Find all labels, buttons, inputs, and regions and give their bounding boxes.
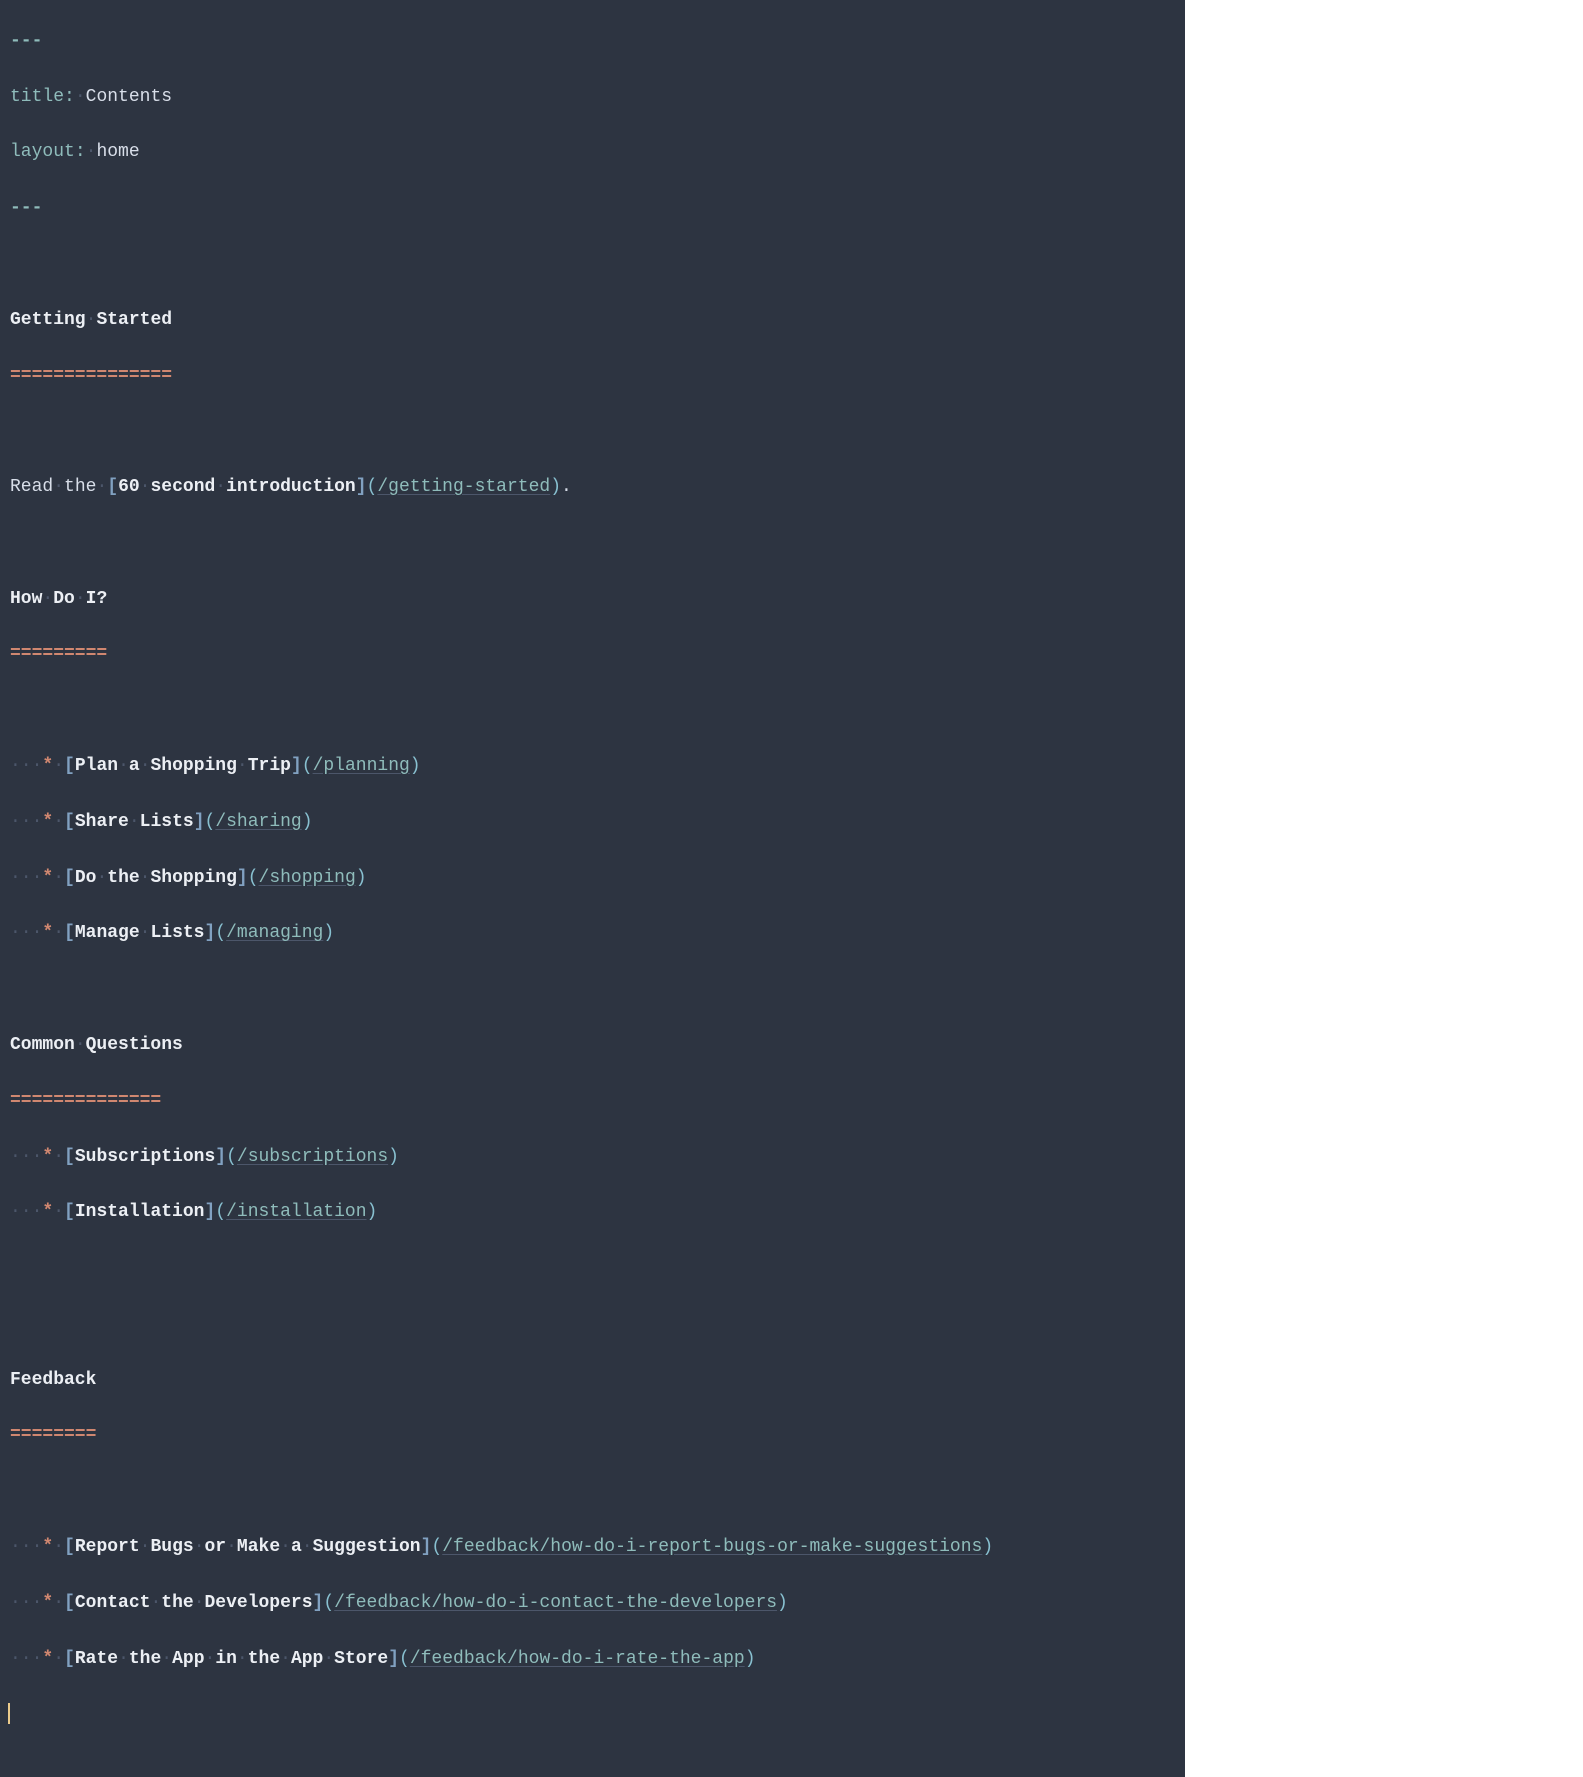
heading-common-questions: Common·Questions: [10, 1032, 1175, 1060]
list-item: ···*·[Share·Lists](/sharing): [10, 809, 1175, 837]
heading-getting-started: Getting·Started: [10, 307, 1175, 335]
list-item: ···*·[Installation](/installation): [10, 1199, 1175, 1227]
blank-line: [10, 1311, 1175, 1339]
blank-line: [10, 1478, 1175, 1506]
list-item: ···*·[Rate·the·App·in·the·App·Store](/fe…: [10, 1646, 1175, 1674]
list-item: ···*·[Do·the·Shopping](/shopping): [10, 865, 1175, 893]
blank-line: [10, 697, 1175, 725]
intro-line: Read·the·[60·second·introduction](/getti…: [10, 474, 1175, 502]
frontmatter-layout: layout:·home: [10, 139, 1175, 167]
text-cursor: [8, 1703, 10, 1725]
blank-line: [10, 1255, 1175, 1283]
blank-line: [10, 530, 1175, 558]
cursor-line[interactable]: [10, 1701, 1175, 1729]
frontmatter-open: ---: [10, 28, 1175, 56]
frontmatter-close: ---: [10, 195, 1175, 223]
blank-line: [10, 251, 1175, 279]
list-item: ···*·[Subscriptions](/subscriptions): [10, 1144, 1175, 1172]
list-item: ···*·[Manage·Lists](/managing): [10, 920, 1175, 948]
heading-underline: ========: [10, 1422, 1175, 1450]
heading-how-do-i: How·Do·I?: [10, 586, 1175, 614]
blank-line: [10, 418, 1175, 446]
list-item: ···*·[Contact·the·Developers](/feedback/…: [10, 1590, 1175, 1618]
heading-underline: ===============: [10, 363, 1175, 391]
list-item: ···*·[Plan·a·Shopping·Trip](/planning): [10, 753, 1175, 781]
heading-underline: ==============: [10, 1088, 1175, 1116]
frontmatter-title: title:·Contents: [10, 84, 1175, 112]
heading-underline: =========: [10, 641, 1175, 669]
heading-feedback: Feedback: [10, 1367, 1175, 1395]
blank-line: [10, 976, 1175, 1004]
list-item: ···*·[Report·Bugs·or·Make·a·Suggestion](…: [10, 1534, 1175, 1562]
code-editor[interactable]: --- title:·Contents layout:·home --- Get…: [0, 0, 1185, 1777]
